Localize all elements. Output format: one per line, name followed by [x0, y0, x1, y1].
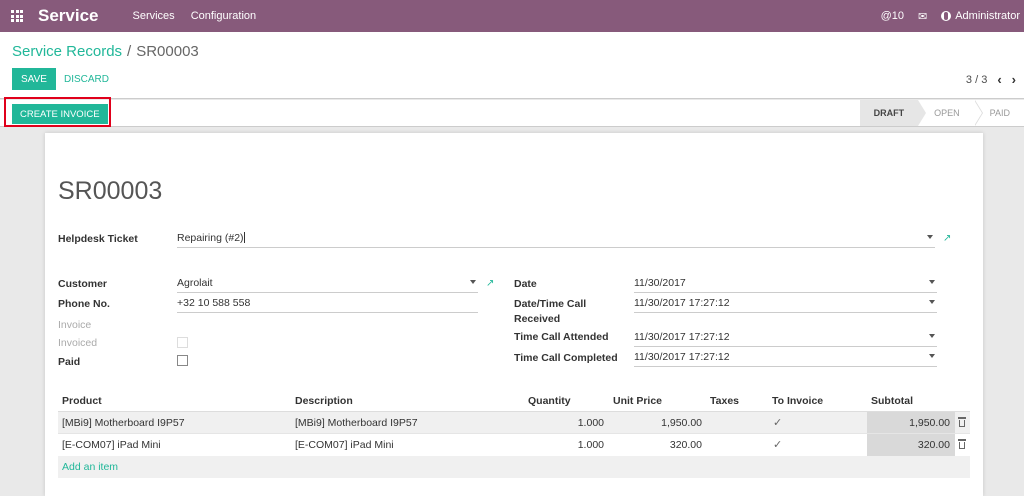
pager-value: 3 / 3	[965, 73, 988, 86]
invoice-label: Invoice	[58, 319, 92, 331]
chevron-down-icon[interactable]	[929, 300, 935, 304]
col-header-taxes[interactable]: Taxes	[710, 395, 739, 407]
trash-icon[interactable]	[958, 417, 966, 427]
record-title: SR00003	[58, 177, 163, 205]
cell-product: [E-COM07] iPad Mini	[62, 439, 161, 451]
messages-button[interactable]: ✉	[918, 10, 927, 23]
date-field[interactable]: 11/30/2017	[634, 277, 937, 293]
stage-draft[interactable]: DRAFT	[859, 100, 926, 126]
cell-product: [MBi9] Motherboard I9P57	[62, 417, 185, 429]
to-invoice-check-icon[interactable]: ✓	[773, 416, 782, 429]
chevron-down-icon[interactable]	[470, 280, 476, 284]
external-link-icon[interactable]: ↗	[943, 234, 953, 244]
breadcrumb-separator: /	[127, 43, 132, 60]
call-attended-label: Time Call Attended	[514, 331, 609, 343]
customer-field[interactable]: Agrolait	[177, 277, 478, 293]
customer-label: Customer	[58, 278, 108, 290]
chevron-left-icon[interactable]: ‹	[997, 72, 1001, 87]
customer-value: Agrolait	[177, 277, 213, 289]
create-invoice-highlight	[4, 97, 111, 127]
cell-quantity: 1.000	[577, 417, 604, 429]
add-item-row: Add an item	[58, 456, 970, 478]
stage-bar: DRAFT OPEN PAID	[859, 100, 1024, 126]
invoiced-checkbox	[177, 337, 188, 348]
trash-icon[interactable]	[958, 439, 966, 449]
call-attended-value: 11/30/2017 17:27:12	[634, 331, 730, 343]
menu-services[interactable]: Services	[133, 10, 175, 22]
cell-description: [E-COM07] iPad Mini	[295, 439, 394, 451]
call-received-field[interactable]: 11/30/2017 17:27:12	[634, 297, 937, 313]
breadcrumb: Service Records / SR00003	[12, 43, 199, 60]
stage-open[interactable]: OPEN	[918, 100, 983, 126]
statusbar: CREATE INVOICE DRAFT OPEN PAID	[0, 97, 1024, 127]
chevron-down-icon[interactable]	[929, 280, 935, 284]
menu-configuration[interactable]: Configuration	[191, 10, 256, 22]
control-panel: Service Records / SR00003 SAVE DISCARD 3 /…	[0, 32, 1024, 99]
chat-icon: ✉	[917, 10, 928, 23]
add-item-link[interactable]: Add an item	[62, 461, 118, 473]
col-header-product[interactable]: Product	[62, 395, 102, 407]
form-sheet: SR00003 Helpdesk Ticket Repairing (#2) ↗…	[45, 133, 983, 496]
helpdesk-ticket-label: Helpdesk Ticket	[58, 233, 138, 245]
col-header-quantity[interactable]: Quantity	[528, 395, 571, 407]
breadcrumb-current: SR00003	[136, 43, 199, 60]
helpdesk-ticket-value: Repairing (#2)	[177, 232, 244, 244]
phone-field[interactable]: +32 10 588 558	[177, 297, 478, 313]
chevron-down-icon[interactable]	[929, 334, 935, 338]
cell-subtotal: 320.00	[867, 434, 955, 456]
col-header-unit-price[interactable]: Unit Price	[613, 395, 662, 407]
col-header-to-invoice[interactable]: To Invoice	[772, 395, 823, 407]
invoiced-label: Invoiced	[58, 337, 98, 349]
date-value: 11/30/2017	[634, 277, 686, 289]
pager: 3 / 3 ‹ ›	[966, 72, 1016, 87]
table-row[interactable]: [E-COM07] iPad Mini [E-COM07] iPad Mini …	[58, 433, 970, 456]
cell-unit-price: 320.00	[669, 439, 702, 451]
apps-menu-icon[interactable]	[0, 0, 34, 32]
save-button[interactable]: SAVE	[12, 68, 56, 90]
chevron-right-icon[interactable]: ›	[1012, 72, 1016, 87]
date-label: Date	[514, 278, 537, 290]
call-received-label: Date/Time Call Received	[514, 298, 587, 325]
app-name: Service	[38, 6, 99, 25]
chevron-down-icon[interactable]	[927, 235, 933, 239]
phone-value: +32 10 588 558	[177, 297, 251, 309]
breadcrumb-parent-link[interactable]: Service Records	[12, 43, 122, 60]
cell-unit-price: 1,950.00	[661, 417, 702, 429]
to-invoice-check-icon[interactable]: ✓	[773, 438, 782, 451]
mentions-count: @10	[880, 10, 904, 22]
user-icon	[941, 11, 952, 21]
cell-description: [MBi9] Motherboard I9P57	[295, 417, 418, 429]
col-header-subtotal[interactable]: Subtotal	[871, 395, 913, 407]
helpdesk-ticket-field[interactable]: Repairing (#2)	[177, 232, 935, 248]
cell-subtotal: 1,950.00	[867, 412, 955, 434]
paid-label: Paid	[58, 356, 81, 368]
discard-button[interactable]: DISCARD	[62, 68, 111, 90]
paid-checkbox[interactable]	[177, 355, 188, 366]
col-header-description[interactable]: Description	[295, 395, 353, 407]
external-link-icon[interactable]: ↗	[486, 279, 496, 289]
mentions-button[interactable]: @10	[881, 10, 904, 22]
user-name: Administrator	[955, 10, 1020, 22]
table-row[interactable]: [MBi9] Motherboard I9P57 [MBi9] Motherbo…	[58, 411, 970, 434]
phone-label: Phone No.	[58, 298, 110, 310]
call-completed-label: Time Call Completed	[514, 352, 618, 364]
top-navbar: Service Services Configuration @10 ✉ Adm…	[0, 0, 1024, 32]
cell-quantity: 1.000	[577, 439, 604, 451]
call-received-value: 11/30/2017 17:27:12	[634, 297, 730, 309]
call-attended-field[interactable]: 11/30/2017 17:27:12	[634, 331, 937, 347]
chevron-down-icon[interactable]	[929, 354, 935, 358]
call-completed-field[interactable]: 11/30/2017 17:27:12	[634, 351, 937, 367]
user-menu[interactable]: Administrator	[941, 10, 1020, 22]
call-completed-value: 11/30/2017 17:27:12	[634, 351, 730, 363]
